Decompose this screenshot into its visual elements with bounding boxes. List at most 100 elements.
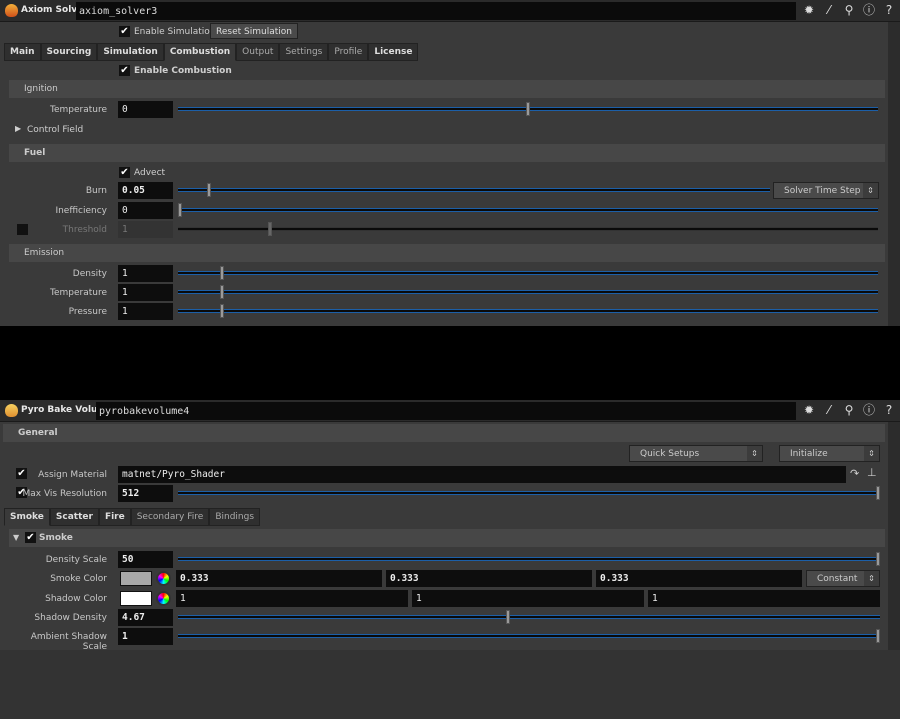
tab-simulation[interactable]: Simulation — [97, 43, 164, 61]
max-vis-label: Max Vis Resolution — [22, 489, 107, 499]
expand-arrow-icon[interactable]: ▶ — [15, 124, 21, 133]
density-scale-slider[interactable] — [178, 552, 880, 566]
density-slider[interactable] — [178, 266, 878, 280]
tab-bindings[interactable]: Bindings — [209, 508, 261, 526]
smoke-color-b[interactable]: 0.333 — [596, 570, 802, 587]
density-field[interactable]: 1 — [118, 265, 173, 282]
axiom-tabs: Main Sourcing Simulation Combustion Outp… — [4, 43, 419, 61]
smoke-color-g[interactable]: 0.333 — [386, 570, 592, 587]
tab-main[interactable]: Main — [4, 43, 41, 61]
tab-fire[interactable]: Fire — [98, 508, 131, 526]
pyro-node-icon — [5, 404, 18, 417]
inefficiency-label: Inefficiency — [55, 206, 107, 216]
color-wheel-icon[interactable] — [156, 571, 171, 586]
ignition-section[interactable]: Ignition — [9, 80, 885, 98]
emission-section[interactable]: Emission — [9, 244, 885, 262]
slider-handle[interactable] — [876, 552, 880, 566]
emission-temperature-field[interactable]: 1 — [118, 284, 173, 301]
search-icon[interactable]: ⚲ — [842, 3, 856, 17]
slider-handle[interactable] — [219, 266, 224, 280]
temperature-field[interactable]: 0 — [118, 101, 173, 118]
gear-icon[interactable]: ✹ — [802, 403, 816, 417]
node-name-input[interactable] — [96, 402, 796, 420]
tab-profile[interactable]: Profile — [328, 43, 369, 61]
help-icon[interactable]: ? — [882, 3, 896, 17]
control-field-label[interactable]: Control Field — [27, 125, 83, 135]
max-vis-slider[interactable] — [178, 486, 880, 500]
smoke-color-mode-dropdown[interactable]: Constant ⇕ — [806, 570, 880, 587]
slider-handle[interactable] — [219, 285, 224, 299]
emission-temperature-label: Temperature — [49, 288, 107, 298]
inefficiency-slider[interactable] — [178, 203, 878, 217]
pressure-field[interactable]: 1 — [118, 303, 173, 320]
brush-icon[interactable]: ⁄ — [822, 3, 836, 17]
info-icon[interactable]: ⓘ — [862, 403, 876, 417]
tab-license[interactable]: License — [368, 43, 419, 61]
shadow-color-r[interactable]: 1 — [176, 590, 408, 607]
advect-checkbox[interactable]: ✔ — [119, 167, 130, 178]
help-icon[interactable]: ? — [882, 403, 896, 417]
ambient-shadow-scale-slider[interactable] — [178, 629, 880, 643]
shadow-density-label: Shadow Density — [34, 613, 107, 623]
slider-handle[interactable] — [178, 203, 182, 217]
slider-handle[interactable] — [876, 486, 880, 500]
threshold-label: Threshold — [62, 225, 107, 235]
slider-handle[interactable] — [219, 304, 224, 318]
slider-handle[interactable] — [526, 102, 530, 116]
tab-combustion[interactable]: Combustion — [163, 43, 237, 61]
max-vis-field[interactable]: 512 — [118, 485, 173, 502]
tab-scatter[interactable]: Scatter — [49, 508, 99, 526]
updown-arrow-icon: ⇕ — [864, 571, 879, 586]
node-name-input[interactable] — [76, 2, 796, 20]
enable-simulation-checkbox[interactable]: ✔ — [119, 26, 130, 37]
tab-secondary-fire[interactable]: Secondary Fire — [130, 508, 210, 526]
slider-handle[interactable] — [876, 629, 880, 643]
brush-icon[interactable]: ⁄ — [822, 403, 836, 417]
reset-simulation-button[interactable]: Reset Simulation — [210, 23, 298, 39]
smoke-color-swatch[interactable] — [120, 571, 152, 586]
enable-combustion-checkbox[interactable]: ✔ — [119, 65, 130, 76]
enable-combustion-label: Enable Combustion — [134, 66, 232, 76]
pressure-slider[interactable] — [178, 304, 878, 318]
smoke-enable-checkbox[interactable]: ✔ — [25, 532, 36, 543]
general-section[interactable]: General — [3, 424, 885, 442]
slider-handle[interactable] — [506, 610, 511, 624]
burn-mode-dropdown[interactable]: Solver Time Step ⇕ — [773, 182, 879, 199]
smoke-section[interactable]: ▼ ✔ Smoke — [9, 529, 885, 547]
updown-arrow-icon: ⇕ — [747, 446, 762, 461]
tab-sourcing[interactable]: Sourcing — [40, 43, 98, 61]
slider-handle[interactable] — [207, 183, 212, 197]
shadow-color-g[interactable]: 1 — [412, 590, 644, 607]
collapse-arrow-icon[interactable]: ▼ — [13, 533, 19, 542]
burn-field[interactable]: 0.05 — [118, 182, 173, 199]
inefficiency-field[interactable]: 0 — [118, 202, 173, 219]
burn-slider[interactable] — [178, 183, 770, 197]
shadow-color-label: Shadow Color — [45, 594, 107, 604]
tab-smoke[interactable]: Smoke — [4, 508, 50, 526]
density-scale-field[interactable]: 50 — [118, 551, 173, 568]
pyro-bake-panel: Pyro Bake Volume ✹⁄⚲ⓘ? General Quick Set… — [0, 400, 900, 652]
tab-settings[interactable]: Settings — [279, 43, 329, 61]
tab-output[interactable]: Output — [236, 43, 280, 61]
smoke-color-r[interactable]: 0.333 — [176, 570, 382, 587]
scrollbar[interactable] — [888, 22, 900, 326]
scrollbar[interactable] — [888, 422, 900, 650]
assign-material-field[interactable]: matnet/Pyro_Shader — [118, 466, 846, 483]
quick-setups-dropdown[interactable]: Quick Setups ⇕ — [629, 445, 763, 462]
shadow-density-slider[interactable] — [178, 610, 880, 624]
shadow-color-b[interactable]: 1 — [648, 590, 880, 607]
emission-temperature-slider[interactable] — [178, 285, 878, 299]
shadow-color-swatch[interactable] — [120, 591, 152, 606]
search-icon[interactable]: ⚲ — [842, 403, 856, 417]
fuel-section[interactable]: Fuel — [9, 144, 885, 162]
initialize-dropdown[interactable]: Initialize ⇕ — [779, 445, 880, 462]
temperature-slider[interactable] — [178, 102, 878, 116]
gear-icon[interactable]: ✹ — [802, 3, 816, 17]
color-wheel-icon[interactable] — [156, 591, 171, 606]
info-icon[interactable]: ⓘ — [862, 3, 876, 17]
shadow-density-field[interactable]: 4.67 — [118, 609, 173, 626]
pyro-tabs: Smoke Scatter Fire Secondary Fire Bindin… — [4, 508, 261, 526]
ambient-shadow-scale-field[interactable]: 1 — [118, 628, 173, 645]
node-chooser-icon[interactable]: ⊥ — [867, 466, 877, 479]
jump-to-icon[interactable]: ↷ — [850, 467, 859, 480]
